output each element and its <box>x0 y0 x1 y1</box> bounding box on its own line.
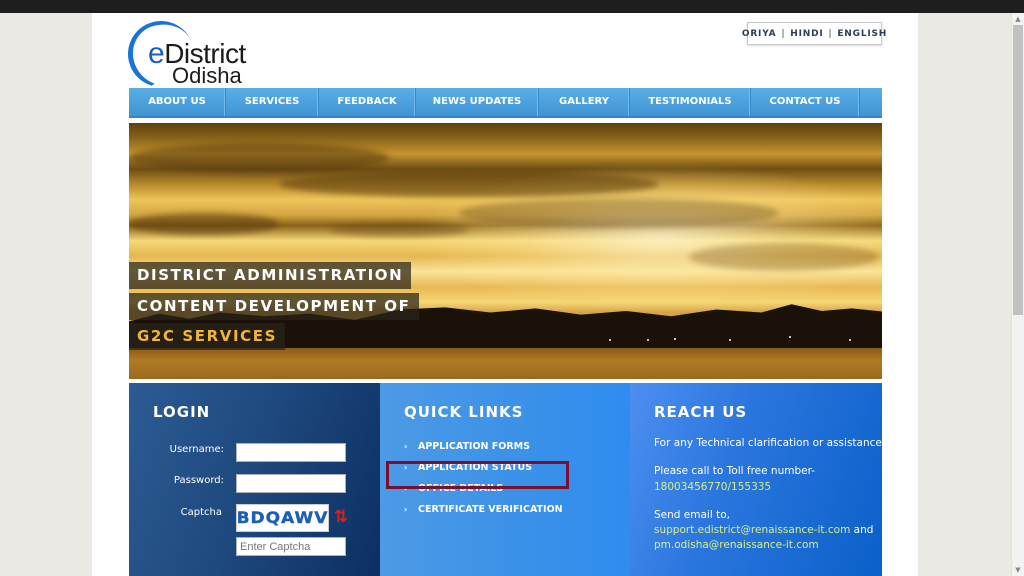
main-nav: ABOUT US SERVICES FEEDBACK NEWS UPDATES … <box>129 88 882 118</box>
hero-light <box>789 336 791 338</box>
hero-cloud <box>129 143 389 173</box>
reach-us-assistance-text: For any Technical clarification or assis… <box>654 437 886 449</box>
refresh-icon[interactable]: ⇅ <box>333 507 349 527</box>
hero-cloud <box>279 171 659 197</box>
hero-light <box>647 339 649 341</box>
chevron-right-icon: › <box>404 442 408 451</box>
and-text: and <box>850 524 874 536</box>
hero-light <box>849 339 851 341</box>
edistrict-odisha-logo[interactable]: eDistrict Odisha <box>119 12 258 96</box>
reach-us-title: REACH US <box>654 403 748 421</box>
scroll-down-icon[interactable]: ▼ <box>1012 564 1024 576</box>
hero-light <box>729 339 731 341</box>
nav-gallery[interactable]: GALLERY <box>539 88 630 116</box>
nav-feedback[interactable]: FEEDBACK <box>319 88 416 116</box>
captcha-text: BDQAWV <box>236 508 329 528</box>
username-label: Username: <box>169 444 224 455</box>
nav-news-updates[interactable]: NEWS UPDATES <box>416 88 539 116</box>
password-label: Password: <box>173 475 224 486</box>
page-container: eDistrict Odisha ORIYA | HINDI | ENGLISH… <box>92 12 918 576</box>
hero-caption-line-1: DISTRICT ADMINISTRATION <box>129 262 412 289</box>
support-email-link[interactable]: support.edistrict@renaissance-it.com <box>654 524 850 536</box>
hero-caption-line-2: CONTENT DEVELOPMENT OF <box>129 293 419 320</box>
language-switcher: ORIYA | HINDI | ENGLISH <box>742 22 886 45</box>
login-panel: LOGIN Username: Password: Captcha BDQAWV… <box>129 383 380 576</box>
hero-light <box>609 339 611 341</box>
info-panels: LOGIN Username: Password: Captcha BDQAWV… <box>129 383 886 576</box>
browser-top-bar <box>0 0 1024 13</box>
lang-separator: | <box>828 28 833 39</box>
quick-link-certificate-verification[interactable]: › CERTIFICATE VERIFICATION <box>404 499 563 520</box>
nav-testimonials[interactable]: TESTIMONIALS <box>630 88 751 116</box>
hero-cloud <box>689 243 879 271</box>
captcha-label: Captcha <box>180 507 222 518</box>
lang-oriya[interactable]: ORIYA <box>742 29 777 39</box>
logo-e: e <box>148 37 165 70</box>
reach-us-email-text: Send email to, <box>654 509 730 521</box>
logo-line-2: Odisha <box>172 63 242 88</box>
hero-light <box>674 338 676 340</box>
nav-about-us[interactable]: ABOUT US <box>129 88 226 116</box>
reach-us-panel: REACH US For any Technical clarification… <box>630 383 886 576</box>
vertical-scrollbar[interactable]: ▲ ▼ <box>1011 13 1024 576</box>
hero-water <box>129 348 882 379</box>
hero-cloud <box>329 223 469 237</box>
chevron-right-icon: › <box>404 505 408 514</box>
scroll-up-icon[interactable]: ▲ <box>1012 13 1024 25</box>
quick-link-label: CERTIFICATE VERIFICATION <box>418 504 563 515</box>
lang-separator: | <box>781 28 786 39</box>
pm-email-link[interactable]: pm.odisha@renaissance-it.com <box>654 539 819 551</box>
reach-us-email-line-2: pm.odisha@renaissance-it.com <box>654 539 819 551</box>
reach-us-email-line: support.edistrict@renaissance-it.com and <box>654 524 873 536</box>
quick-links-panel: QUICK LINKS › APPLICATION FORMS › APPLICAT… <box>380 383 630 576</box>
hero-cloud <box>129 213 279 235</box>
hero-banner: DISTRICT ADMINISTRATION CONTENT DEVELOPM… <box>129 123 882 379</box>
nav-services[interactable]: SERVICES <box>226 88 319 116</box>
quick-link-application-forms[interactable]: › APPLICATION FORMS <box>404 436 563 457</box>
password-input[interactable] <box>236 474 346 493</box>
hero-cloud <box>459 198 779 228</box>
quick-links-title: QUICK LINKS <box>404 403 524 421</box>
captcha-image: BDQAWV <box>236 504 329 532</box>
hero-caption-line-3: G2C SERVICES <box>129 323 286 350</box>
scrollbar-thumb[interactable] <box>1013 25 1023 315</box>
reach-us-call-text: Please call to Toll free number- <box>654 465 816 477</box>
username-input[interactable] <box>236 443 346 462</box>
nav-contact-us[interactable]: CONTACT US <box>751 88 860 116</box>
lang-hindi[interactable]: HINDI <box>790 29 823 39</box>
lang-english[interactable]: ENGLISH <box>837 29 887 39</box>
quick-link-label: APPLICATION FORMS <box>418 441 530 452</box>
captcha-input[interactable] <box>236 537 346 556</box>
toll-free-number: 18003456770/155335 <box>654 481 772 493</box>
login-title: LOGIN <box>153 403 211 421</box>
highlight-box-annotation <box>386 461 569 489</box>
